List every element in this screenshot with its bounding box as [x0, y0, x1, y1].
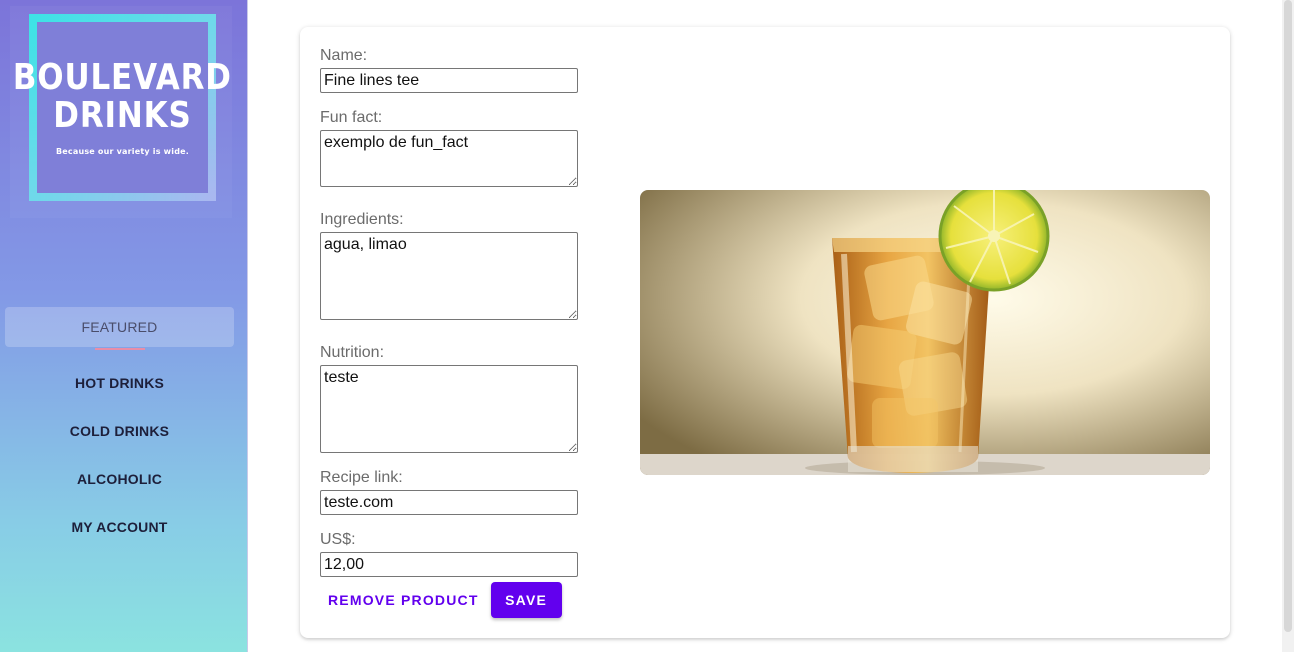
nav-item-my-account[interactable]: MY ACCOUNT	[5, 507, 234, 547]
remove-product-button[interactable]: REMOVE PRODUCT	[320, 582, 487, 618]
nutrition-label: Nutrition:	[320, 344, 385, 361]
logo-text-line2: DRINKS	[53, 95, 192, 136]
page-scrollbar[interactable]	[1282, 0, 1294, 652]
nav-item-alcoholic[interactable]: ALCOHOLIC	[5, 459, 234, 499]
product-edit-card: Name: Fun fact: exemplo de fun_fact Ingr…	[300, 27, 1230, 638]
scrollbar-thumb[interactable]	[1284, 0, 1292, 632]
nutrition-textarea[interactable]: teste	[320, 365, 578, 453]
nav-item-hot-drinks[interactable]: HOT DRINKS	[5, 363, 234, 403]
name-label: Name:	[320, 47, 368, 64]
ingredients-label: Ingredients:	[320, 211, 404, 228]
recipe-link-input[interactable]	[320, 490, 578, 515]
product-form: Name: Fun fact: exemplo de fun_fact Ingr…	[320, 47, 580, 577]
name-input[interactable]	[320, 68, 578, 93]
iced-tea-glass-icon	[640, 190, 1210, 475]
sidebar-nav: FEATURED HOT DRINKS COLD DRINKS ALCOHOLI…	[0, 307, 248, 555]
price-input[interactable]	[320, 552, 578, 577]
nav-item-cold-drinks[interactable]: COLD DRINKS	[5, 411, 234, 451]
ingredients-textarea[interactable]: agua, limao	[320, 232, 578, 320]
brand-logo[interactable]: BOULEVARD DRINKS Because our variety is …	[13, 14, 231, 201]
product-image	[640, 190, 1210, 475]
save-button[interactable]: SAVE	[490, 582, 562, 618]
fun-fact-textarea[interactable]: exemplo de fun_fact	[320, 130, 578, 187]
logo-tagline: Because our variety is wide.	[55, 147, 190, 156]
form-actions: REMOVE PRODUCT SAVE	[320, 582, 562, 618]
price-label: US$:	[320, 531, 356, 548]
fun-fact-label: Fun fact:	[320, 109, 383, 126]
sidebar: BOULEVARD DRINKS Because our variety is …	[0, 0, 248, 652]
recipe-link-label: Recipe link:	[320, 469, 403, 486]
nav-item-featured[interactable]: FEATURED	[5, 307, 234, 350]
logo-text-line1: BOULEVARD	[12, 57, 233, 98]
